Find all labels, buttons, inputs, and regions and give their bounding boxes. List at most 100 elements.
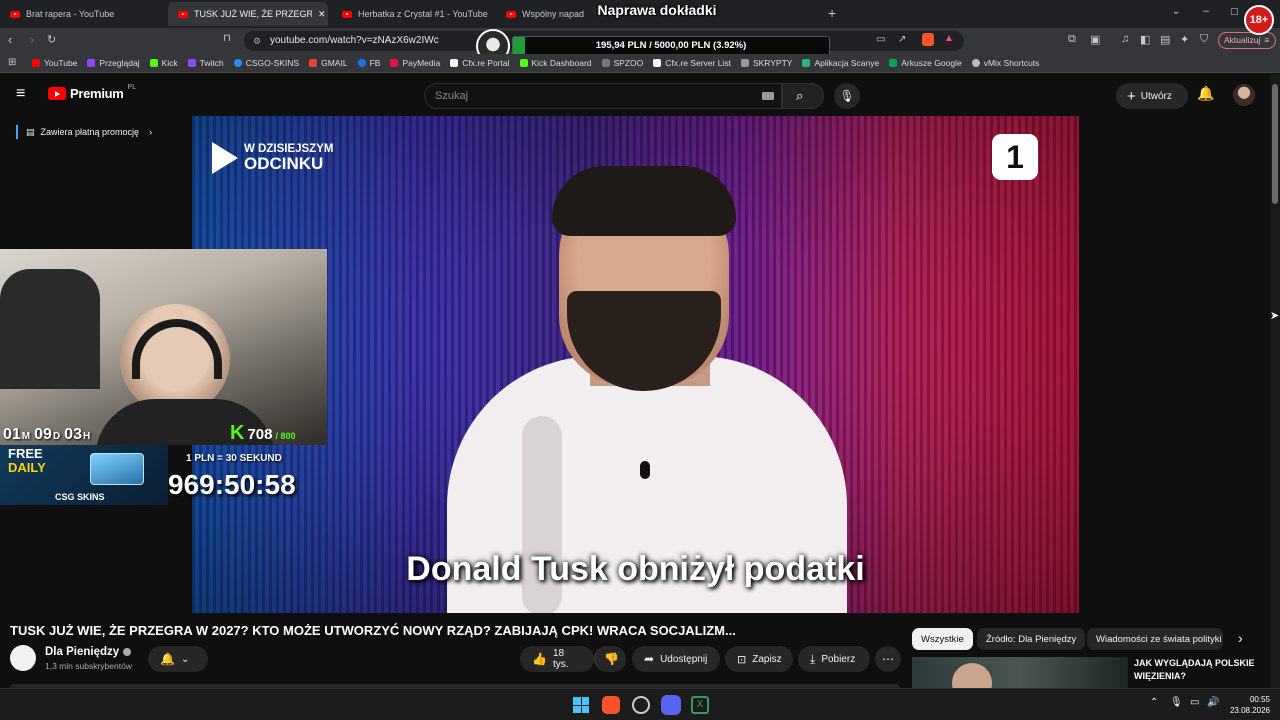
recommended-video-title[interactable]: JAK WYGLĄDAJĄ POLSKIE WIĘZIENIA? (1134, 657, 1266, 683)
tab-tusk-video[interactable]: TUSK JUŻ WIE, ŻE PRZEGRA W 2 ✕ (168, 2, 328, 26)
bookmark-gmail[interactable]: GMAIL (309, 58, 348, 68)
bookmark-spzoo[interactable]: SPZOO (601, 58, 643, 68)
bookmark-arkusze-google[interactable]: Arkusze Google (889, 58, 962, 68)
keyboard-icon[interactable] (762, 92, 774, 100)
search-input[interactable]: Szukaj (424, 83, 782, 109)
facebook-icon (357, 59, 366, 67)
media-icon[interactable]: ▣ (1090, 33, 1100, 46)
tab-herbatka[interactable]: Herbatka z Crystal #1 - YouTube (332, 2, 494, 26)
scrollbar-thumb[interactable] (1272, 84, 1278, 204)
microphone-tray-icon[interactable]: 🎙 (1170, 697, 1183, 708)
apps-grid-icon[interactable]: ⊞ (8, 57, 16, 68)
sidebar-toggle-icon[interactable]: ◧ (1140, 33, 1150, 46)
like-button[interactable]: 👍 18 tys. (520, 646, 594, 672)
site-info-icon[interactable]: ⚙ (253, 31, 261, 51)
youtube-header: ≡ Premium PL Szukaj ⌕ 🎙 + Utwórz 🔔 (0, 74, 1270, 116)
search-icon: ⌕ (796, 88, 804, 103)
reload-icon[interactable]: ↻ (47, 33, 56, 46)
share-icon[interactable]: ↗ (898, 34, 906, 45)
channel-avatar[interactable] (10, 645, 36, 671)
youtube-premium-logo[interactable]: Premium PL (48, 84, 136, 101)
dislike-button[interactable]: 👎 (594, 646, 626, 672)
new-tab-button[interactable]: + (828, 5, 836, 21)
bookmark-przegladaj[interactable]: Przeglądaj (87, 58, 140, 68)
brave-shield-icon[interactable] (922, 33, 934, 46)
back-icon[interactable]: ‹ (8, 32, 12, 47)
brave-browser-icon[interactable] (602, 696, 620, 714)
chips-next-chevron-icon[interactable]: › (1238, 630, 1243, 646)
bookmark-icon[interactable]: ⊓ (223, 33, 231, 44)
tab-close-icon[interactable]: ✕ (318, 9, 326, 20)
taskbar-clock[interactable]: 00:55 23.08.2026 (1226, 694, 1270, 716)
volume-icon[interactable]: 🔊 (1207, 697, 1219, 708)
youtube-icon (32, 59, 40, 67)
recommended-video-thumbnail[interactable] (912, 657, 1128, 688)
chip-all[interactable]: Wszystkie (912, 628, 973, 650)
bookmark-cfx-server-list[interactable]: Cfx.re Server List (653, 58, 731, 68)
bookmark-vmix-shortcuts[interactable]: vMix Shortcuts (971, 58, 1039, 68)
chip-source-channel[interactable]: Źródło: Dla Pieniędzy (977, 628, 1086, 650)
play-triangle-icon (212, 142, 238, 174)
paymedia-icon (390, 59, 399, 67)
update-button[interactable]: Aktualizuj ≡ (1218, 32, 1276, 49)
bookmark-cfx-portal[interactable]: Cfx.re Portal (450, 58, 510, 68)
tab-brat-rapera[interactable]: Brat rapera - YouTube (0, 2, 168, 26)
bookmark-youtube[interactable]: YouTube (32, 58, 77, 68)
scanye-icon (802, 59, 811, 67)
download-button[interactable]: ⤓ Pobierz (798, 646, 870, 672)
wallet-icon[interactable]: ▤ (1160, 33, 1170, 46)
extensions-icon[interactable]: ⧉ (1068, 33, 1076, 46)
cast-icon[interactable]: ▭ (876, 34, 885, 45)
more-actions-button[interactable]: ⋯ (875, 646, 901, 672)
maximize-icon[interactable]: ▢ (1230, 6, 1239, 17)
kick-icon (519, 59, 528, 67)
avatar[interactable] (1233, 84, 1255, 106)
page-scrollbar[interactable] (1270, 74, 1280, 688)
tab-search-chevron-icon[interactable]: ⌄ (1172, 6, 1180, 17)
donation-goal-banner: Naprawa dokładki (552, 2, 762, 26)
save-button[interactable]: ⊡ Zapisz (725, 646, 793, 672)
obs-icon[interactable] (632, 696, 650, 714)
leo-ai-icon[interactable]: ✦ (1180, 33, 1189, 46)
chip-politics-news[interactable]: Wiadomości ze świata polityki (1087, 628, 1223, 650)
bookmark-scanye[interactable]: Aplikacja Scanye (802, 58, 879, 68)
bookmark-paymedia[interactable]: PayMedia (390, 58, 440, 68)
voice-search-button[interactable]: 🎙 (834, 83, 860, 109)
bookmark-csgo-skins[interactable]: CSGO-SKINS (233, 58, 299, 68)
excel-icon[interactable]: X (691, 696, 709, 714)
windows-start-icon[interactable] (573, 697, 589, 713)
music-icon[interactable]: ♫ (1121, 33, 1129, 45)
tray-chevron-up-icon[interactable]: ⌃ (1150, 697, 1158, 708)
bookmark-twitch[interactable]: Twitch (187, 58, 224, 68)
minimize-icon[interactable]: – (1203, 5, 1209, 17)
vpn-icon[interactable]: ⛉ (1200, 33, 1208, 46)
subscribed-notifications-button[interactable]: 🔔 ⌄ (148, 646, 208, 672)
search-button[interactable]: ⌕ (782, 83, 824, 109)
thumbs-up-icon: 👍 (532, 652, 547, 666)
bookmark-kick[interactable]: Kick (149, 58, 178, 68)
network-icon[interactable]: ▭ (1190, 697, 1199, 708)
subscriber-count: 1,3 mln subskrybentów (45, 661, 132, 671)
hamburger-menu-icon[interactable]: ≡ (16, 85, 25, 103)
bookmark-fb[interactable]: FB (357, 58, 380, 68)
notifications-bell-icon[interactable]: 🔔 (1197, 85, 1214, 102)
discord-icon[interactable] (661, 695, 681, 715)
donation-progress-text: 195,94 PLN / 5000,00 PLN (3.92%) (595, 40, 747, 51)
lavalier-microphone-icon (640, 461, 650, 479)
csgo-skins-icon (233, 59, 242, 67)
forward-icon[interactable]: › (30, 32, 34, 47)
youtube-favicon-icon (342, 10, 352, 18)
create-button[interactable]: + Utwórz (1116, 83, 1188, 109)
chevron-right-icon: › (149, 127, 153, 137)
bookmark-kick-dashboard[interactable]: Kick Dashboard (519, 58, 592, 68)
bookmark-skrypty[interactable]: SKRYPTY (740, 58, 792, 68)
microphone-icon: 🎙 (839, 89, 855, 103)
rewards-icon[interactable]: ▲ (944, 33, 954, 44)
chevron-down-icon: ⌄ (180, 653, 190, 665)
bookmarks-bar: ⊞ YouTube Przeglądaj Kick Twitch CSGO-SK… (0, 54, 1280, 73)
share-button[interactable]: ➦ Udostępnij (632, 646, 720, 672)
channel-name-row[interactable]: Dla Pieniędzy (45, 646, 132, 658)
share-arrow-icon: ➦ (644, 652, 655, 666)
paid-promotion-notice[interactable]: ▤ Zawiera płatną promocję › (16, 125, 152, 139)
thumbnail-face (952, 663, 992, 688)
